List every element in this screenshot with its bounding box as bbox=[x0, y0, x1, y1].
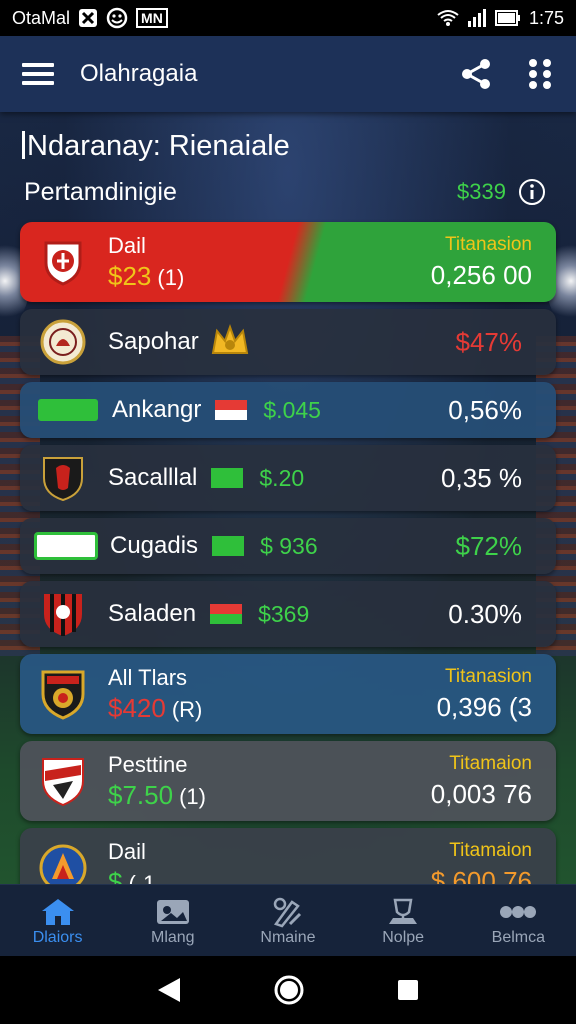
list-item[interactable]: Dail $23 (1) Titanasion 0,256 00 bbox=[20, 222, 556, 302]
close-box-icon bbox=[78, 8, 98, 28]
inline-value: $369 bbox=[258, 600, 310, 627]
notification-badge: MN bbox=[136, 8, 168, 28]
recents-icon[interactable] bbox=[396, 978, 420, 1002]
green-bar-icon bbox=[34, 532, 98, 560]
trophy-icon bbox=[385, 895, 421, 929]
balance-summary: $339 bbox=[457, 178, 546, 206]
team-count: (1) bbox=[179, 783, 206, 809]
system-navigation-bar bbox=[0, 956, 576, 1024]
team-crest-icon bbox=[38, 317, 88, 367]
metric-label: Titamaion bbox=[449, 752, 532, 774]
section-subtitle: Pertamdinigie bbox=[24, 178, 177, 206]
flag-icon bbox=[211, 468, 244, 488]
info-icon[interactable] bbox=[518, 178, 546, 206]
team-count: (1) bbox=[157, 264, 185, 290]
status-bar: OtaMal MN 1:75 bbox=[0, 0, 576, 36]
team-crest-icon bbox=[38, 589, 88, 639]
flag-icon bbox=[210, 604, 243, 624]
nav-item-tools[interactable]: Nmaine bbox=[233, 895, 343, 947]
home-icon bbox=[40, 895, 76, 929]
bottom-navigation: Dlaiors Mlang Nmaine Nolpe Belmca bbox=[0, 884, 576, 956]
metric-value: $47% bbox=[455, 326, 523, 357]
team-crest-icon bbox=[38, 237, 88, 287]
metric-value: 0,003 76 bbox=[430, 778, 532, 809]
share-icon[interactable] bbox=[460, 58, 492, 90]
metric-value: 0.30% bbox=[448, 598, 522, 629]
nav-label: Nolpe bbox=[382, 928, 425, 946]
list-item[interactable]: Cugadis $ 936 $72% bbox=[20, 518, 556, 574]
metric-value: 0,56% bbox=[448, 394, 522, 425]
team-name: Ankangr bbox=[112, 396, 202, 423]
nav-label: Mlang bbox=[150, 928, 195, 946]
signal-icon bbox=[467, 9, 487, 27]
metric-label: Titamaion bbox=[449, 839, 532, 861]
team-list: Dail $23 (1) Titanasion 0,256 00 Sapohar … bbox=[20, 222, 556, 915]
team-value: $23 bbox=[108, 260, 152, 291]
team-crest-icon bbox=[38, 453, 88, 503]
team-name: Sacalllal bbox=[108, 464, 198, 491]
battery-icon bbox=[494, 10, 521, 26]
clock: 1:75 bbox=[528, 7, 564, 28]
team-name: All Tlars bbox=[108, 664, 188, 690]
list-item[interactable]: Saladen $369 0.30% bbox=[20, 581, 556, 647]
tools-icon bbox=[270, 895, 306, 929]
team-crest-icon bbox=[38, 756, 88, 807]
team-name: Cugadis bbox=[110, 532, 199, 559]
grid-icon[interactable] bbox=[526, 58, 554, 90]
menu-icon[interactable] bbox=[22, 61, 54, 87]
face-icon bbox=[106, 7, 128, 29]
inline-value: $.20 bbox=[259, 464, 305, 491]
team-name: Dail bbox=[108, 232, 146, 258]
nav-label: Nmaine bbox=[260, 928, 316, 946]
back-icon[interactable] bbox=[156, 976, 182, 1004]
nav-item-media[interactable]: Mlang bbox=[118, 895, 228, 947]
list-item[interactable]: Sacalllal $.20 0,35 % bbox=[20, 445, 556, 511]
nav-label: Dlaiors bbox=[32, 928, 83, 946]
page-title: Ndaranay: Rienaiale bbox=[22, 130, 290, 163]
inline-value: $.045 bbox=[263, 396, 321, 423]
inline-value: $ 936 bbox=[260, 532, 318, 559]
app-bar: Olahragaia bbox=[0, 36, 576, 112]
app-title: Olahragaia bbox=[80, 60, 198, 87]
media-icon bbox=[155, 895, 191, 929]
metric-label: Titanasion bbox=[445, 665, 532, 687]
team-count: (R) bbox=[171, 696, 203, 722]
team-name: Sapohar bbox=[108, 328, 199, 355]
list-item[interactable]: All Tlars $420 (R) Titanasion 0,396 (3 bbox=[20, 654, 556, 734]
team-name: Dail bbox=[108, 838, 146, 864]
nav-item-trophy[interactable]: Nolpe bbox=[348, 895, 458, 947]
list-item[interactable]: Ankangr $.045 0,56% bbox=[20, 382, 556, 438]
nav-item-home[interactable]: Dlaiors bbox=[3, 895, 113, 947]
flag-icon bbox=[215, 400, 248, 420]
flag-icon bbox=[212, 536, 245, 556]
team-name: Saladen bbox=[108, 600, 197, 627]
metric-value: 0,256 00 bbox=[430, 259, 532, 290]
nav-item-more[interactable]: Belmca bbox=[463, 895, 573, 947]
carrier-label: OtaMal bbox=[12, 7, 71, 28]
nav-label: Belmca bbox=[491, 928, 546, 946]
metric-value: $72% bbox=[455, 530, 523, 561]
metric-label: Titanasion bbox=[445, 233, 532, 255]
team-name: Pesttine bbox=[108, 751, 188, 777]
wifi-icon bbox=[437, 9, 459, 27]
team-value: $7.50 bbox=[108, 779, 174, 810]
team-crest-icon bbox=[38, 669, 88, 720]
team-value: $420 bbox=[108, 692, 166, 723]
metric-value: 0,35 % bbox=[441, 462, 522, 493]
balance-amount: $339 bbox=[457, 179, 506, 204]
list-item[interactable]: Sapohar $47% bbox=[20, 309, 556, 375]
metric-value: 0,396 (3 bbox=[436, 691, 532, 722]
home-button-icon[interactable] bbox=[273, 974, 305, 1006]
green-bar-icon bbox=[38, 399, 98, 421]
list-item[interactable]: Pesttine $7.50 (1) Titamaion 0,003 76 bbox=[20, 741, 556, 821]
crown-icon bbox=[209, 323, 251, 361]
more-icon bbox=[498, 895, 538, 929]
